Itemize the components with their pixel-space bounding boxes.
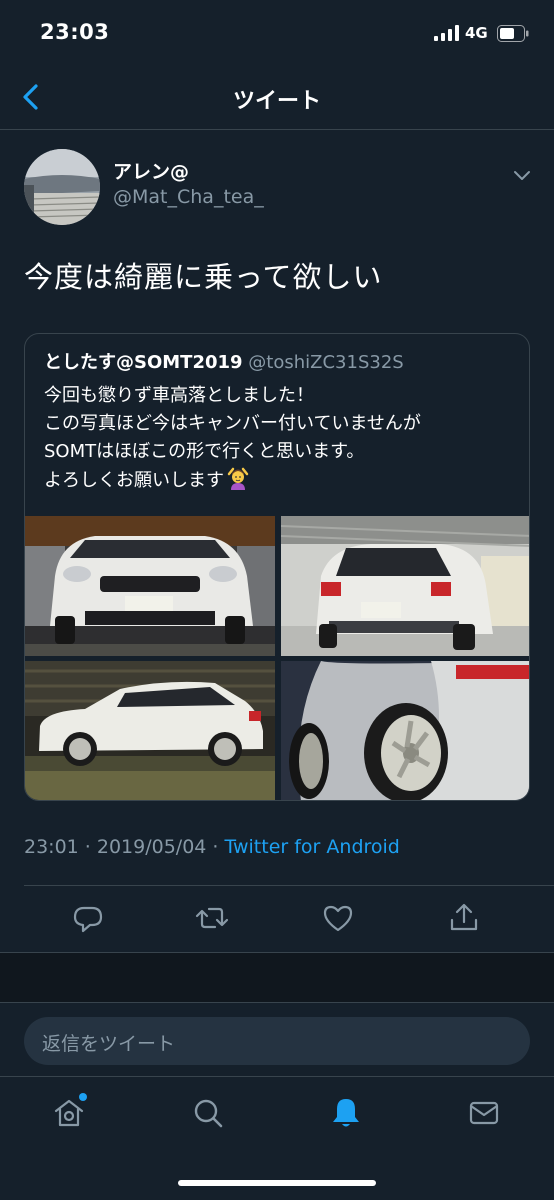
divider <box>24 885 554 886</box>
messages-envelope-icon[interactable] <box>466 1095 502 1131</box>
new-content-indicator <box>79 1093 87 1101</box>
photo-grid <box>25 516 529 800</box>
tweet-timestamp: 23:01 · 2019/05/04 · <box>24 836 225 858</box>
page-title: ツイート <box>232 89 321 114</box>
cellular-signal-icon <box>434 25 459 41</box>
reply-placeholder: 返信をツイート <box>42 1033 176 1055</box>
share-icon[interactable] <box>446 900 482 936</box>
search-icon[interactable] <box>190 1095 226 1131</box>
quoted-tweet-header: としたす@SOMT2019 @toshiZC31S32S <box>44 348 404 374</box>
quoted-author-name: としたす@SOMT2019 <box>44 352 243 373</box>
reply-input[interactable]: 返信をツイート <box>24 1017 530 1065</box>
like-heart-icon[interactable] <box>320 900 356 936</box>
person-gesturing-ok-icon <box>227 467 249 490</box>
tweet-text: 今度は綺麗に乗って欲しい <box>24 260 383 294</box>
quoted-text-line: 今回も懲りず車高落としました！ <box>44 385 314 406</box>
nav-bar: ツイート <box>0 68 554 130</box>
photo-rear-view[interactable] <box>281 516 529 656</box>
quoted-text-line: SOMTはほぼこの形で行くと思います。 <box>44 441 365 462</box>
quoted-text-line: この写真ほど今はキャンバー付いていませんが <box>44 413 421 434</box>
status-time: 23:03 <box>40 20 110 44</box>
photo-side-view[interactable] <box>25 661 275 800</box>
author-name[interactable]: アレン@ <box>113 157 189 184</box>
photo-wheel-closeup[interactable] <box>281 661 529 800</box>
retweet-icon[interactable] <box>194 900 230 936</box>
quoted-tweet[interactable]: としたす@SOMT2019 @toshiZC31S32S 今回も懲りず車高落とし… <box>24 333 530 801</box>
author-handle[interactable]: @Mat_Cha_tea_ <box>113 186 264 208</box>
chevron-down-icon[interactable] <box>510 165 534 185</box>
photo-front-view[interactable] <box>25 516 275 656</box>
home-indicator <box>178 1180 376 1186</box>
quoted-author-handle: @toshiZC31S32S <box>248 352 404 373</box>
quoted-tweet-text: 今回も懲りず車高落としました！ この写真ほど今はキャンバー付いていませんが SO… <box>44 382 421 495</box>
tweet-source-link[interactable]: Twitter for Android <box>225 836 400 858</box>
reply-composer: 返信をツイート <box>0 1002 554 1076</box>
battery-icon <box>497 25 529 42</box>
network-type: 4G <box>465 24 488 42</box>
tweet-meta: 23:01 · 2019/05/04 · Twitter for Android <box>24 836 400 858</box>
reply-icon[interactable] <box>70 900 106 936</box>
quoted-text-line: よろしくお願いします <box>44 466 421 495</box>
avatar[interactable] <box>24 149 100 225</box>
section-gap <box>0 952 554 1002</box>
status-bar: 23:03 4G <box>0 0 554 68</box>
notifications-bell-icon[interactable] <box>328 1095 364 1131</box>
